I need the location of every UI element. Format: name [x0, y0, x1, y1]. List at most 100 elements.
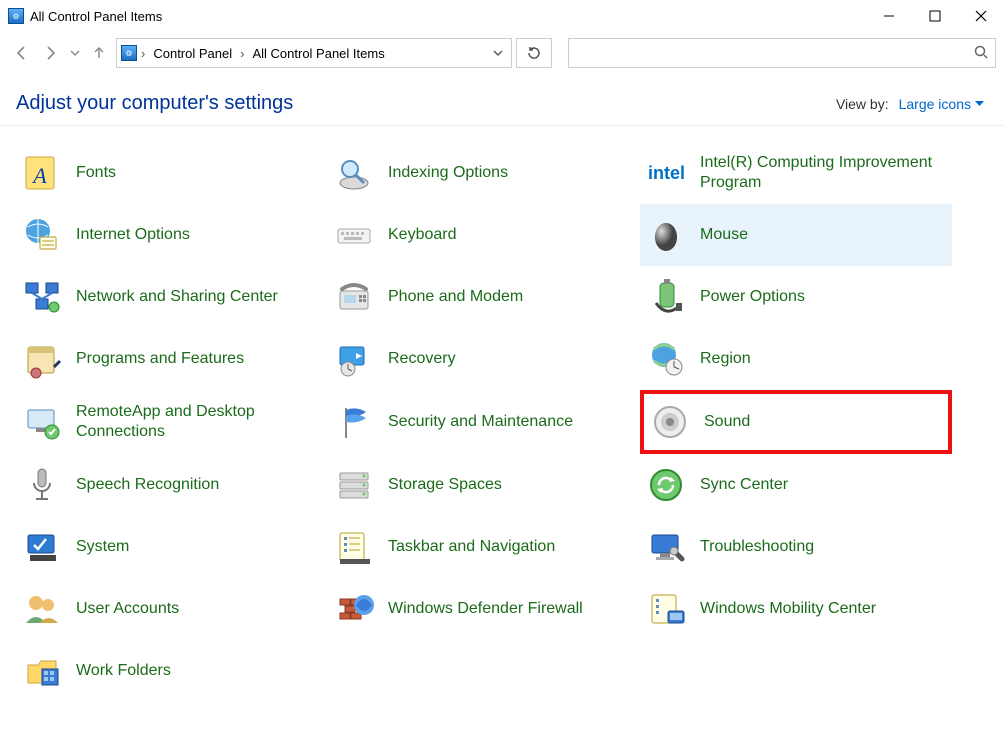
address-icon: ⚙ [121, 45, 137, 61]
item-intel-program[interactable]: intel Intel(R) Computing Improvement Pro… [640, 142, 952, 204]
item-label: Windows Defender Firewall [388, 599, 583, 619]
item-programs-features[interactable]: Programs and Features [16, 328, 328, 390]
intel-icon: intel [646, 153, 686, 193]
svg-text:intel: intel [648, 163, 685, 183]
nav-toolbar: ⚙ › Control Panel › All Control Panel It… [0, 32, 1004, 74]
item-storage-spaces[interactable]: Storage Spaces [328, 454, 640, 516]
view-by-label: View by: [836, 96, 889, 112]
item-system[interactable]: System [16, 516, 328, 578]
item-label: Taskbar and Navigation [388, 537, 555, 557]
item-label: Region [700, 349, 751, 369]
view-by-dropdown[interactable]: Large icons [899, 96, 984, 112]
remoteapp-icon [22, 402, 62, 442]
item-recovery[interactable]: Recovery [328, 328, 640, 390]
back-button[interactable] [8, 40, 34, 66]
storage-icon [334, 465, 374, 505]
close-button[interactable] [958, 0, 1004, 32]
item-mouse[interactable]: Mouse [640, 204, 952, 266]
chevron-right-icon: › [139, 46, 147, 61]
search-input[interactable] [568, 38, 996, 68]
view-by-value: Large icons [899, 96, 971, 112]
item-fonts[interactable]: A Fonts [16, 142, 328, 204]
sync-icon [646, 465, 686, 505]
item-phone-modem[interactable]: Phone and Modem [328, 266, 640, 328]
search-icon [973, 44, 989, 63]
refresh-button[interactable] [516, 38, 552, 68]
mouse-icon [646, 215, 686, 255]
item-security-maintenance[interactable]: Security and Maintenance [328, 390, 640, 454]
item-label: Power Options [700, 287, 805, 307]
breadcrumb-control-panel[interactable]: Control Panel [149, 44, 236, 63]
power-icon [646, 277, 686, 317]
item-mobility-center[interactable]: Windows Mobility Center [640, 578, 952, 640]
users-icon [22, 589, 62, 629]
view-by: View by: Large icons [836, 96, 984, 112]
phone-icon [334, 277, 374, 317]
window-titlebar: ⚙ All Control Panel Items [0, 0, 1004, 32]
item-label: Sync Center [700, 475, 788, 495]
content-header: Adjust your computer's settings View by:… [0, 74, 1004, 126]
firewall-icon [334, 589, 374, 629]
item-label: Keyboard [388, 225, 457, 245]
up-button[interactable] [86, 40, 112, 66]
item-label: Troubleshooting [700, 537, 814, 557]
item-user-accounts[interactable]: User Accounts [16, 578, 328, 640]
speaker-icon [650, 402, 690, 442]
item-label: Work Folders [76, 661, 171, 681]
microphone-icon [22, 465, 62, 505]
globe-icon [22, 215, 62, 255]
minimize-button[interactable] [866, 0, 912, 32]
breadcrumb-all-items[interactable]: All Control Panel Items [248, 44, 388, 63]
item-internet-options[interactable]: Internet Options [16, 204, 328, 266]
item-label: Internet Options [76, 225, 190, 245]
recent-dropdown[interactable] [68, 40, 82, 66]
item-troubleshooting[interactable]: Troubleshooting [640, 516, 952, 578]
indexing-icon [334, 153, 374, 193]
address-history-dropdown[interactable] [489, 48, 507, 58]
item-label: Recovery [388, 349, 456, 369]
svg-text:A: A [31, 163, 47, 188]
item-label: System [76, 537, 129, 557]
item-power-options[interactable]: Power Options [640, 266, 952, 328]
item-label: Storage Spaces [388, 475, 502, 495]
item-label: Programs and Features [76, 349, 244, 369]
items-grid: A Fonts Indexing Options intel Intel(R) … [0, 126, 1004, 702]
item-label: Phone and Modem [388, 287, 523, 307]
item-label: RemoteApp and Desktop Connections [76, 402, 316, 442]
maximize-button[interactable] [912, 0, 958, 32]
item-label: User Accounts [76, 599, 179, 619]
item-sync-center[interactable]: Sync Center [640, 454, 952, 516]
item-region[interactable]: Region [640, 328, 952, 390]
forward-button[interactable] [38, 40, 64, 66]
item-label: Speech Recognition [76, 475, 219, 495]
network-icon [22, 277, 62, 317]
item-label: Fonts [76, 163, 116, 183]
item-work-folders[interactable]: Work Folders [16, 640, 328, 702]
item-taskbar-navigation[interactable]: Taskbar and Navigation [328, 516, 640, 578]
programs-icon [22, 339, 62, 379]
item-label: Mouse [700, 225, 748, 245]
address-bar[interactable]: ⚙ › Control Panel › All Control Panel It… [116, 38, 512, 68]
item-label: Windows Mobility Center [700, 599, 876, 619]
item-remoteapp[interactable]: RemoteApp and Desktop Connections [16, 390, 328, 454]
workfolders-icon [22, 651, 62, 691]
keyboard-icon [334, 215, 374, 255]
item-speech-recognition[interactable]: Speech Recognition [16, 454, 328, 516]
item-label: Indexing Options [388, 163, 508, 183]
recovery-icon [334, 339, 374, 379]
item-sound[interactable]: Sound [640, 390, 952, 454]
region-icon [646, 339, 686, 379]
control-panel-icon: ⚙ [8, 8, 24, 24]
fonts-icon: A [22, 153, 62, 193]
page-title: Adjust your computer's settings [16, 92, 293, 115]
item-defender-firewall[interactable]: Windows Defender Firewall [328, 578, 640, 640]
item-network-sharing[interactable]: Network and Sharing Center [16, 266, 328, 328]
item-keyboard[interactable]: Keyboard [328, 204, 640, 266]
chevron-right-icon: › [238, 46, 246, 61]
system-icon [22, 527, 62, 567]
item-label: Intel(R) Computing Improvement Program [700, 153, 940, 193]
item-indexing-options[interactable]: Indexing Options [328, 142, 640, 204]
mobility-icon [646, 589, 686, 629]
taskbar-icon [334, 527, 374, 567]
item-label: Security and Maintenance [388, 412, 573, 432]
